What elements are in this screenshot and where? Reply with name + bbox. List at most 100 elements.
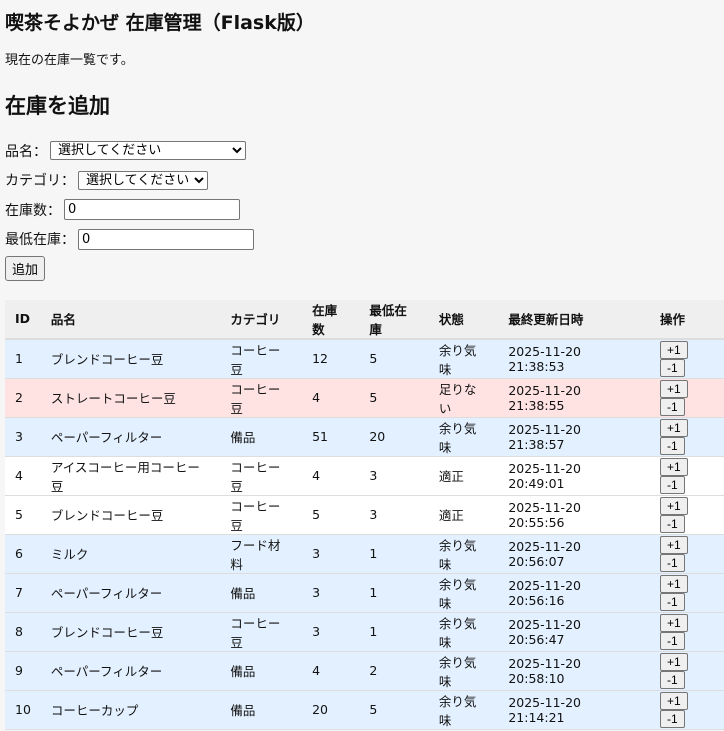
table-row: 2 ストレートコーヒー豆 コーヒー豆 4 5 足りない 2025-11-20 21:38:5… bbox=[5, 378, 724, 418]
page-title: 喫茶そよかぜ 在庫管理（Flask版） bbox=[5, 12, 315, 34]
status-cell: 余り気味 bbox=[428, 573, 499, 613]
name-select[interactable]: 選択してください bbox=[50, 141, 246, 161]
category-cell: コーヒー豆 bbox=[220, 378, 303, 418]
decrement-button[interactable]: -1 bbox=[660, 475, 685, 494]
id-cell: 4 bbox=[5, 456, 41, 496]
name-cell: ペーパーフィルター bbox=[40, 417, 221, 457]
category-cell: フード材料 bbox=[220, 534, 303, 574]
min-stock-cell: 1 bbox=[359, 612, 429, 652]
decrement-button[interactable]: -1 bbox=[660, 670, 685, 689]
increment-button[interactable]: +1 bbox=[660, 691, 688, 710]
column-header: 品名 bbox=[40, 299, 221, 340]
increment-button[interactable]: +1 bbox=[660, 418, 688, 437]
updated-cell: 2025-11-20 20:49:01 bbox=[498, 456, 650, 496]
increment-button[interactable]: +1 bbox=[660, 496, 688, 515]
updated-cell: 2025-11-20 20:58:10 bbox=[498, 651, 650, 691]
status-cell: 適正 bbox=[428, 495, 499, 535]
category-cell: 備品 bbox=[220, 651, 303, 691]
actions-cell: +1-1 bbox=[650, 338, 724, 379]
actions-cell: +1-1 bbox=[650, 612, 724, 652]
column-header: 最終更新日時 bbox=[498, 299, 650, 340]
inventory-table: ID 品名 カテゴリ 在庫数 最低在庫 状態 最終更新日時 操作 1 ブレンドコーヒー豆 コーヒー… bbox=[5, 299, 724, 730]
name-cell: ブレンドコーヒー豆 bbox=[40, 495, 221, 535]
add-button[interactable]: 追加 bbox=[5, 256, 46, 282]
status-cell: 余り気味 bbox=[428, 651, 499, 691]
column-header: カテゴリ bbox=[220, 299, 303, 340]
column-header: 最低在庫 bbox=[359, 299, 429, 340]
category-select[interactable]: 選択してください bbox=[78, 170, 208, 190]
table-row: 7 ペーパーフィルター 備品 3 1 余り気味 2025-11-20 20:56:16 +1-… bbox=[5, 573, 724, 613]
min-stock-cell: 2 bbox=[359, 651, 429, 691]
id-cell: 3 bbox=[5, 417, 41, 457]
updated-cell: 2025-11-20 20:56:47 bbox=[498, 612, 650, 652]
decrement-button[interactable]: -1 bbox=[660, 592, 685, 611]
category-cell: 備品 bbox=[220, 690, 303, 730]
table-row: 3 ペーパーフィルター 備品 51 20 余り気味 2025-11-20 21:38:57 +… bbox=[5, 417, 724, 457]
min-stock-label: 最低在庫： bbox=[5, 232, 75, 249]
actions-cell: +1-1 bbox=[650, 690, 724, 730]
column-header: 操作 bbox=[650, 299, 724, 340]
stock-cell: 51 bbox=[302, 417, 360, 457]
decrement-button[interactable]: -1 bbox=[660, 553, 685, 572]
name-cell: ペーパーフィルター bbox=[40, 651, 221, 691]
increment-button[interactable]: +1 bbox=[660, 457, 688, 476]
increment-button[interactable]: +1 bbox=[660, 379, 688, 398]
add-form: 品名：選択してください カテゴリ：選択してください 在庫数： 最低在庫： 追加 bbox=[5, 136, 719, 284]
decrement-button[interactable]: -1 bbox=[660, 709, 685, 728]
stock-cell: 3 bbox=[302, 612, 360, 652]
updated-cell: 2025-11-20 21:38:57 bbox=[498, 417, 650, 457]
name-cell: アイスコーヒー用コーヒー豆 bbox=[40, 456, 221, 496]
table-row: 1 ブレンドコーヒー豆 コーヒー豆 12 5 余り気味 2025-11-20 21:38:5… bbox=[5, 338, 724, 379]
id-cell: 7 bbox=[5, 573, 41, 613]
table-row: 9 ペーパーフィルター 備品 4 2 余り気味 2025-11-20 20:58:10 +1-… bbox=[5, 651, 724, 691]
increment-button[interactable]: +1 bbox=[660, 652, 688, 671]
column-header: ID bbox=[5, 299, 41, 340]
actions-cell: +1-1 bbox=[650, 378, 724, 418]
name-label: 品名： bbox=[5, 143, 47, 160]
status-cell: 余り気味 bbox=[428, 690, 499, 730]
decrement-button[interactable]: -1 bbox=[660, 436, 685, 455]
increment-button[interactable]: +1 bbox=[660, 574, 688, 593]
id-cell: 5 bbox=[5, 495, 41, 535]
column-header: 在庫数 bbox=[302, 299, 360, 340]
intro-text: 現在の在庫一覧です。 bbox=[5, 53, 134, 68]
increment-button[interactable]: +1 bbox=[660, 613, 688, 632]
id-cell: 8 bbox=[5, 612, 41, 652]
updated-cell: 2025-11-20 21:38:55 bbox=[498, 378, 650, 418]
min-stock-cell: 1 bbox=[359, 573, 429, 613]
status-cell: 余り気味 bbox=[428, 612, 499, 652]
actions-cell: +1-1 bbox=[650, 495, 724, 535]
status-cell: 適正 bbox=[428, 456, 499, 496]
updated-cell: 2025-11-20 20:56:16 bbox=[498, 573, 650, 613]
updated-cell: 2025-11-20 21:14:21 bbox=[498, 690, 650, 730]
min-stock-cell: 1 bbox=[359, 534, 429, 574]
status-cell: 余り気味 bbox=[428, 417, 499, 457]
min-stock-cell: 5 bbox=[359, 378, 429, 418]
increment-button[interactable]: +1 bbox=[660, 535, 688, 554]
decrement-button[interactable]: -1 bbox=[660, 358, 685, 377]
id-cell: 9 bbox=[5, 651, 41, 691]
status-cell: 余り気味 bbox=[428, 338, 499, 379]
min-stock-input[interactable] bbox=[78, 228, 254, 250]
updated-cell: 2025-11-20 20:56:07 bbox=[498, 534, 650, 574]
increment-button[interactable]: +1 bbox=[660, 340, 688, 359]
decrement-button[interactable]: -1 bbox=[660, 514, 685, 533]
decrement-button[interactable]: -1 bbox=[660, 631, 685, 650]
stock-input[interactable] bbox=[64, 199, 240, 221]
stock-cell: 4 bbox=[302, 651, 360, 691]
min-stock-cell: 20 bbox=[359, 417, 429, 457]
table-row: 5 ブレンドコーヒー豆 コーヒー豆 5 3 適正 2025-11-20 20:55:56 +1… bbox=[5, 495, 724, 535]
actions-cell: +1-1 bbox=[650, 573, 724, 613]
actions-cell: +1-1 bbox=[650, 456, 724, 496]
table-row: 8 ブレンドコーヒー豆 コーヒー豆 3 1 余り気味 2025-11-20 20:56:47… bbox=[5, 612, 724, 652]
name-cell: ストレートコーヒー豆 bbox=[40, 378, 221, 418]
min-stock-cell: 3 bbox=[359, 495, 429, 535]
category-cell: コーヒー豆 bbox=[220, 456, 303, 496]
name-cell: ブレンドコーヒー豆 bbox=[40, 338, 221, 379]
id-cell: 10 bbox=[5, 690, 41, 730]
column-header: 状態 bbox=[428, 299, 499, 340]
stock-cell: 12 bbox=[302, 338, 360, 379]
stock-label: 在庫数： bbox=[5, 202, 61, 219]
decrement-button[interactable]: -1 bbox=[660, 397, 685, 416]
stock-cell: 4 bbox=[302, 378, 360, 418]
